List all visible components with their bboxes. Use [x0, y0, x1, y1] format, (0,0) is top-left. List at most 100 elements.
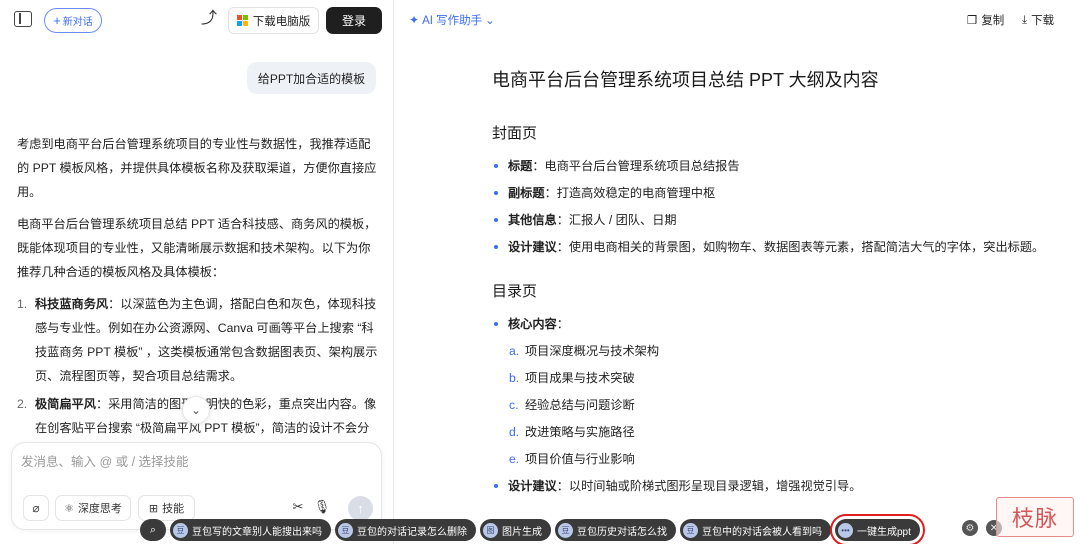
sub-list-item: d. 改进策略与实施路径	[508, 421, 1052, 443]
sub-letter: c.	[509, 398, 519, 412]
message-input[interactable]	[21, 451, 361, 473]
generate-ppt-button[interactable]: ••• 一键生成ppt	[830, 514, 925, 544]
list-item: 设计建议：以时间轴或阶梯式图形呈现目录逻辑，增强视觉引导。	[492, 475, 1052, 497]
sub-text: 项目价值与行业影响	[525, 452, 635, 466]
item-text: ：以时间轴或阶梯式图形呈现目录逻辑，增强视觉引导。	[556, 479, 862, 493]
login-button[interactable]: 登录	[326, 7, 382, 34]
document-panel: ✦ AI 写作助手 ⌄ ❐ 复制 ⤓ 下载 电商平台后台管理系统项目总结 PPT…	[395, 0, 1080, 544]
list-item-title: 科技蓝商务风	[35, 297, 109, 311]
ai-writing-assistant-button[interactable]: ✦ AI 写作助手 ⌄	[409, 12, 495, 28]
scissors-icon[interactable]: ✂	[289, 499, 307, 517]
new-chat-label: 新对话	[62, 17, 93, 28]
sub-letter: b.	[509, 371, 520, 385]
scroll-down-button[interactable]: ⌄	[182, 396, 210, 424]
attach-button[interactable]: ⌀	[23, 495, 49, 521]
template-list: 1. 科技蓝商务风：以深蓝色为主色调，搭配白色和灰色，体现科技感与专业性。例如在…	[17, 292, 379, 464]
suggestion-text: 豆包写的文章别人能搜出来吗	[192, 526, 322, 538]
list-number: 2.	[17, 397, 28, 411]
suggestion-pill[interactable]: 豆豆包中的对话会被人看到吗	[680, 519, 831, 541]
watermark-text: 枝脉	[1011, 507, 1058, 532]
paperclip-icon: ⌀	[32, 501, 40, 515]
list-item: 副标题：打造高效稳定的电商管理中枢	[492, 182, 1052, 204]
download-label: 下载	[1031, 15, 1055, 27]
document-title: 电商平台后台管理系统项目总结 PPT 大纲及内容	[492, 70, 879, 90]
suggestion-pill[interactable]: 图图片生成	[480, 519, 551, 541]
skill-label: 技能	[162, 503, 185, 515]
suggestion-text: 图片生成	[502, 526, 542, 538]
chat-panel: + 新对话 ⤴ 下载电脑版 登录 给PPT加合适的模板 考虑到电商平台后台管理系…	[0, 0, 394, 544]
section-heading-toc: 目录页	[492, 283, 538, 300]
item-text: ：电商平台后台管理系统项目总结报告	[532, 159, 740, 173]
item-text: ：	[556, 317, 569, 331]
ai-assist-label: AI 写作助手	[422, 15, 483, 27]
item-text: ：打造高效稳定的电商管理中枢	[544, 186, 716, 200]
sparkle-icon: ✦	[409, 13, 420, 27]
copy-button[interactable]: ❐ 复制	[967, 12, 1004, 28]
suggestion-pill[interactable]: 豆豆包写的文章别人能搜出来吗	[170, 519, 331, 541]
watermark-logo: 枝脉	[996, 497, 1074, 537]
image-avatar-icon: 图	[483, 522, 498, 538]
windows-logo-icon	[236, 15, 248, 26]
sub-letter: a.	[509, 344, 520, 358]
message-composer: ⌀ ⚛ 深度思考 ⊞ 技能 ✂ 🎙 ↑	[11, 442, 382, 530]
chevron-down-icon: ⌄	[485, 15, 495, 27]
sub-letter: d.	[509, 425, 520, 439]
item-text: ：使用电商相关的背景图，如购物车、数据图表等元素，搭配简洁大气的字体，突出标题。	[556, 240, 1045, 254]
download-button[interactable]: ⤓ 下载	[1022, 12, 1054, 28]
item-text: ：汇报人 / 团队、日期	[556, 213, 677, 227]
sub-text: 项目深度概况与技术架构	[525, 344, 660, 358]
plus-icon: +	[53, 13, 61, 28]
suggestion-text: 豆包中的对话会被人看到吗	[702, 526, 822, 538]
chat-topbar: + 新对话 ⤴ 下载电脑版 登录	[0, 0, 394, 40]
copy-icon: ❐	[967, 15, 978, 27]
list-number: 1.	[17, 297, 28, 311]
list-item-title: 极简扁平风	[35, 397, 96, 411]
document-content: 电商平台后台管理系统项目总结 PPT 大纲及内容 封面页 标题：电商平台后台管理…	[492, 66, 1052, 519]
sidebar-toggle-icon[interactable]	[14, 11, 32, 27]
item-label: 核心内容	[508, 317, 557, 331]
item-label: 标题	[508, 159, 533, 173]
sub-list-item: b. 项目成果与技术突破	[508, 367, 1052, 389]
doubao-avatar-icon: 豆	[683, 522, 698, 538]
deep-think-button[interactable]: ⚛ 深度思考	[55, 495, 131, 521]
section-heading-cover: 封面页	[492, 125, 538, 142]
generate-ppt-label: 一键生成ppt	[857, 526, 911, 538]
sub-text: 改进策略与实施路径	[525, 425, 635, 439]
download-desktop-label: 下载电脑版	[252, 15, 311, 28]
list-item: 其他信息：汇报人 / 团队、日期	[492, 209, 1052, 231]
doubao-avatar-icon: 豆	[338, 522, 353, 538]
think-icon: ⚛	[64, 502, 74, 515]
suggestion-pill[interactable]: 豆豆包的对话记录怎么删除	[335, 519, 476, 541]
sub-text: 项目成果与技术突破	[525, 371, 635, 385]
toc-list: 核心内容： a. 项目深度概况与技术架构 b. 项目成果与技术突破 c. 经验总结与问…	[492, 313, 1052, 497]
suggestion-pill[interactable]: 豆豆包历史对话怎么找	[555, 519, 676, 541]
search-icon: ⌕	[149, 523, 157, 536]
list-item: 1. 科技蓝商务风：以深蓝色为主色调，搭配白色和灰色，体现科技感与专业性。例如在…	[17, 292, 379, 388]
deep-think-label: 深度思考	[77, 503, 122, 515]
item-label: 副标题	[508, 186, 545, 200]
user-message: 给PPT加合适的模板	[247, 62, 376, 94]
sub-list-item: e. 项目价值与行业影响	[508, 448, 1052, 470]
new-chat-button[interactable]: + 新对话	[44, 8, 102, 33]
share-icon[interactable]: ⤴	[200, 10, 218, 28]
ppt-icon: •••	[838, 522, 853, 538]
grid-icon: ⊞	[148, 502, 159, 515]
doubao-avatar-icon: 豆	[558, 522, 573, 538]
sub-text: 经验总结与问题诊断	[525, 398, 635, 412]
list-item: 标题：电商平台后台管理系统项目总结报告	[492, 155, 1052, 177]
sub-letter: e.	[509, 452, 520, 466]
gear-icon[interactable]: ⚙	[962, 520, 978, 536]
search-button[interactable]: ⌕	[140, 519, 166, 541]
item-label: 设计建议	[508, 479, 557, 493]
cover-list: 标题：电商平台后台管理系统项目总结报告 副标题：打造高效稳定的电商管理中枢 其他…	[492, 155, 1052, 258]
list-item: 核心内容： a. 项目深度概况与技术架构 b. 项目成果与技术突破 c. 经验总结与问…	[492, 313, 1052, 470]
download-icon: ⤓	[1022, 13, 1028, 26]
arrow-up-icon: ↑	[357, 501, 364, 516]
suggestion-text: 豆包历史对话怎么找	[577, 526, 667, 538]
item-label: 设计建议	[508, 240, 557, 254]
download-desktop-button[interactable]: 下载电脑版	[228, 7, 319, 34]
microphone-icon[interactable]: 🎙	[313, 499, 331, 517]
sub-list-item: a. 项目深度概况与技术架构	[508, 340, 1052, 362]
item-label: 其他信息	[508, 213, 557, 227]
copy-label: 复制	[981, 15, 1005, 27]
